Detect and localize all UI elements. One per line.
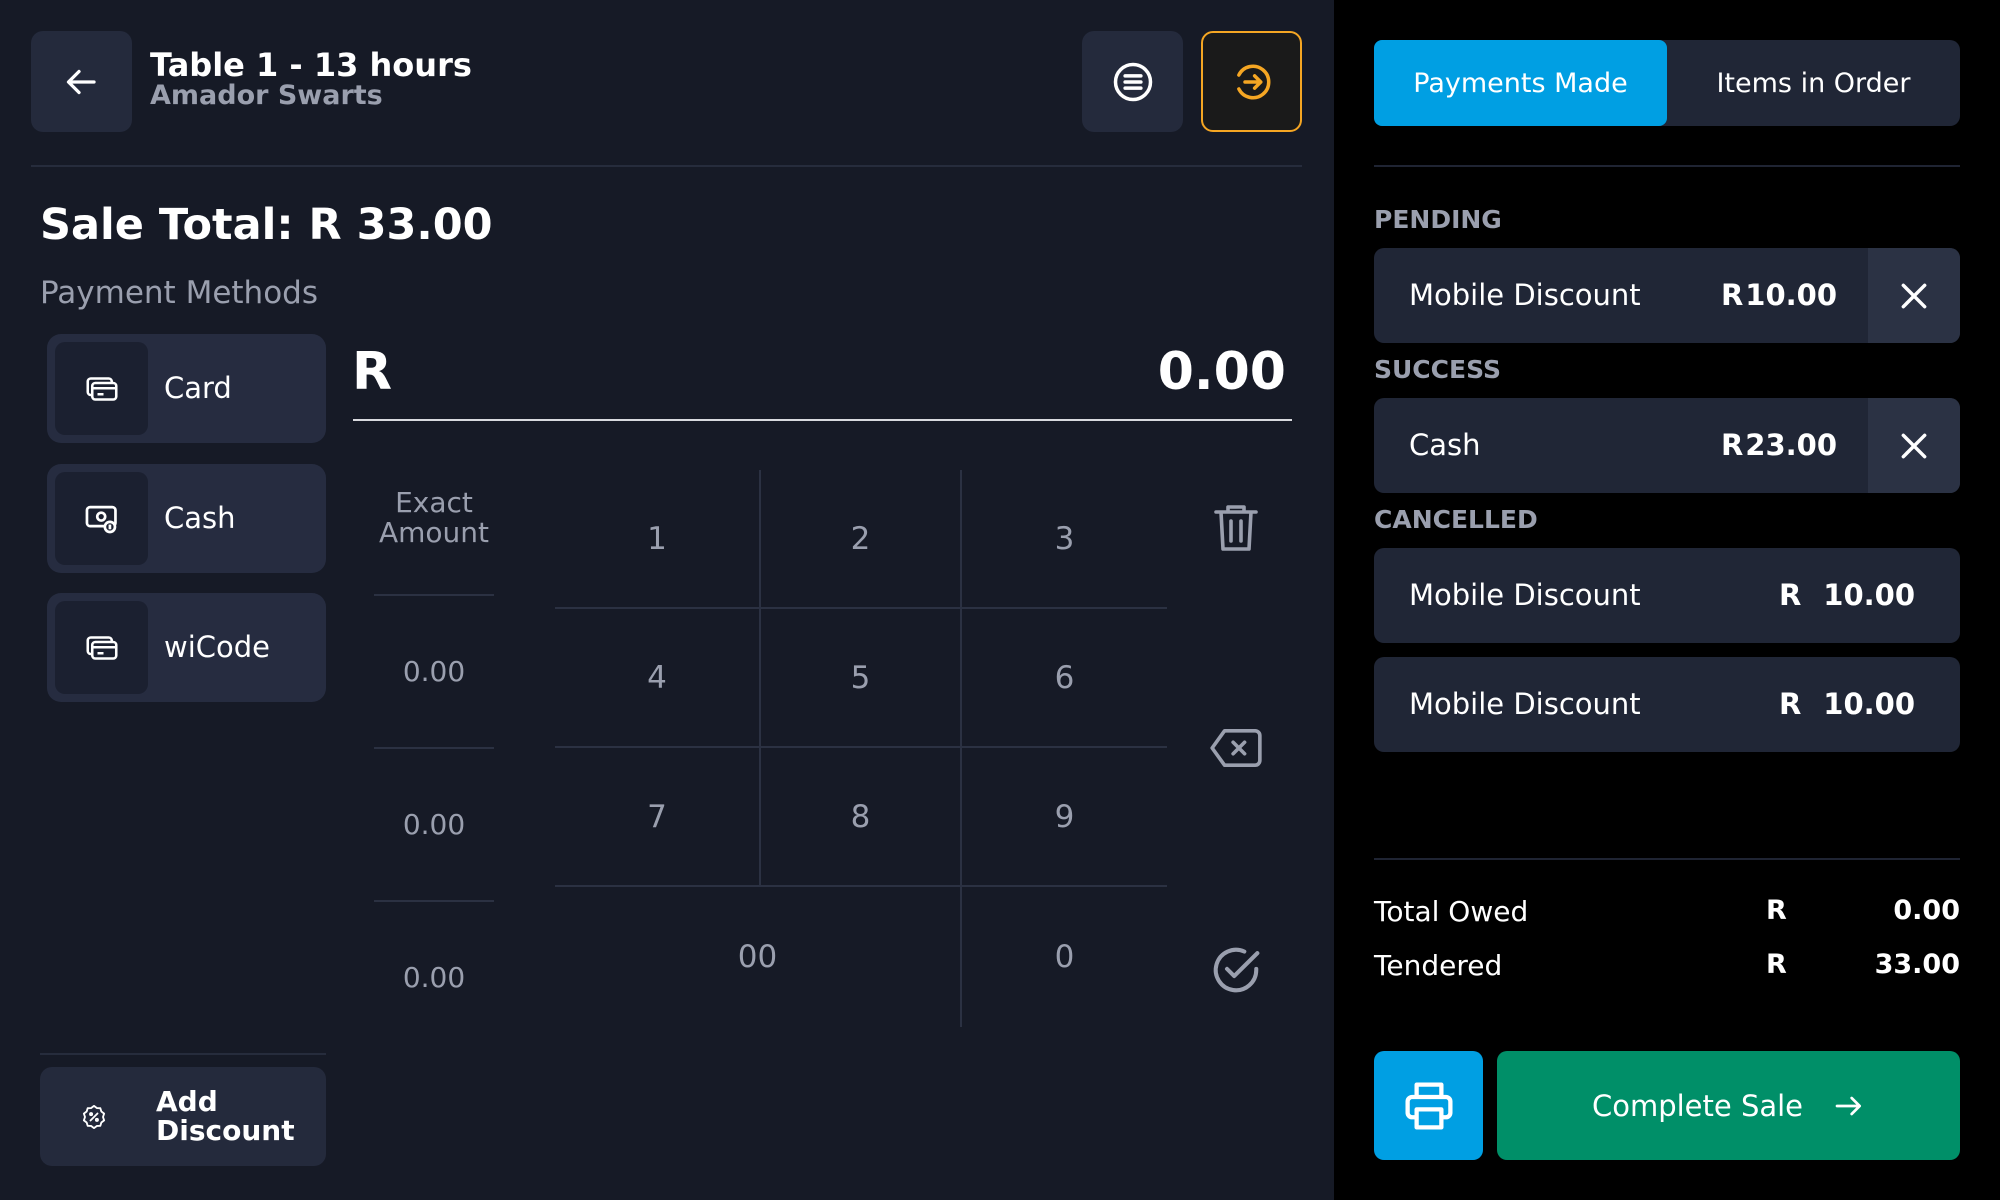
quick-amount-button[interactable]: 0.00 [374,808,494,841]
divider [374,594,494,596]
wicode-icon [85,635,118,660]
total-owed-currency: R [1766,895,1787,926]
clear-button[interactable] [1196,490,1276,566]
payment-row-success: Cash R 23.00 [1374,398,1960,493]
quick-amount-button[interactable]: 0.00 [374,961,494,994]
complete-sale-button[interactable]: Complete Sale [1497,1051,1960,1160]
tendered-label: Tendered [1374,949,1503,982]
remove-payment-button[interactable] [1868,398,1960,493]
section-label-pending: PENDING [1374,205,1502,234]
keypad-key-8[interactable]: 8 [761,748,960,885]
printer-icon [1404,1081,1453,1130]
page-title: Table 1 - 13 hours [150,46,472,84]
close-icon [1901,283,1927,308]
keypad-key-1[interactable]: 1 [555,470,759,607]
total-owed-value: 0.00 [1893,895,1960,926]
close-icon [1901,433,1927,458]
arrow-right-icon [1835,1096,1862,1115]
keypad-key-7[interactable]: 7 [555,748,759,885]
payment-row-pending: Mobile Discount R 10.00 [1374,248,1960,343]
divider [1374,858,1960,860]
quick-amount-button[interactable]: 0.00 [374,655,494,688]
tendered-value: 33.00 [1874,949,1960,980]
payment-name: Cash [1409,428,1481,462]
payment-row-cancelled: Mobile Discount R 10.00 [1374,548,1960,643]
tendered-row: Tendered R 33.00 [1374,949,1960,989]
payment-name: Mobile Discount [1409,687,1641,721]
keypad-key-6[interactable]: 6 [962,609,1167,746]
order-summary-panel: Payments Made Items in Order PENDING Mob… [1334,0,2000,1200]
payment-method-cash[interactable]: Cash [47,464,326,573]
payment-amount: 10.00 [1823,687,1915,721]
divider [374,900,494,902]
divider [40,1053,326,1055]
list-circle-icon [1113,62,1152,101]
divider [374,747,494,749]
print-button[interactable] [1374,1051,1483,1160]
keypad-key-9[interactable]: 9 [962,748,1167,885]
remove-payment-button[interactable] [1868,248,1960,343]
keypad-key-3[interactable]: 3 [962,470,1167,607]
add-discount-label: Add Discount [156,1085,295,1147]
section-label-cancelled: CANCELLED [1374,505,1538,534]
complete-sale-label: Complete Sale [1591,1088,1804,1123]
payment-amount: 10.00 [1823,578,1915,612]
panel-tabs: Payments Made Items in Order [1374,40,1960,126]
tab-payments-made[interactable]: Payments Made [1374,40,1667,126]
add-discount-button[interactable]: Add Discount [40,1067,326,1166]
discount-badge-icon [82,1104,106,1130]
payment-method-card[interactable]: Card [47,334,326,443]
check-circle-icon [1213,947,1260,993]
header-divider [31,165,1302,167]
amount-value[interactable]: 0.00 [1158,342,1286,402]
amount-currency: R [352,342,393,402]
pos-payment-screen: Table 1 - 13 hours Amador Swarts Sale To… [0,0,2000,1200]
payment-name: Mobile Discount [1409,278,1641,312]
backspace-icon [1210,729,1262,767]
total-owed-row: Total Owed R 0.00 [1374,895,1960,935]
card-icon [85,376,118,401]
tab-items-in-order[interactable]: Items in Order [1667,40,1960,126]
payment-method-wicode[interactable]: wiCode [47,593,326,702]
payment-amount: 23.00 [1745,428,1837,462]
arrow-left-icon [66,69,96,94]
total-owed-label: Total Owed [1374,895,1529,928]
keypad-key-2[interactable]: 2 [761,470,960,607]
payment-method-label: Card [164,371,232,405]
trash-icon [1214,505,1258,551]
confirm-button[interactable] [1196,930,1276,1010]
payment-row-cancelled: Mobile Discount R 10.00 [1374,657,1960,752]
back-button[interactable] [31,31,132,132]
keypad-key-4[interactable]: 4 [555,609,759,746]
sale-total: Sale Total: R 33.00 [40,200,493,250]
keypad-key-5[interactable]: 5 [761,609,960,746]
amount-underline [353,419,1292,421]
payment-amount: 10.00 [1745,278,1837,312]
keypad-key-0[interactable]: 0 [962,887,1167,1027]
payment-panel: Table 1 - 13 hours Amador Swarts Sale To… [0,0,1334,1200]
divider [1374,165,1960,167]
payment-name: Mobile Discount [1409,578,1641,612]
payment-method-label: Cash [164,501,236,535]
keypad-key-00[interactable]: 00 [555,887,960,1027]
exit-button[interactable] [1201,31,1302,132]
exact-amount-button[interactable]: Exact Amount [374,488,494,548]
backspace-button[interactable] [1196,710,1276,786]
section-label-success: SUCCESS [1374,355,1501,384]
menu-button[interactable] [1082,31,1183,132]
payment-methods-title: Payment Methods [40,275,318,311]
customer-name: Amador Swarts [150,80,383,111]
tendered-currency: R [1766,949,1787,980]
payment-method-label: wiCode [164,630,271,664]
cash-icon [85,505,117,533]
sign-in-circle-icon [1236,64,1270,99]
